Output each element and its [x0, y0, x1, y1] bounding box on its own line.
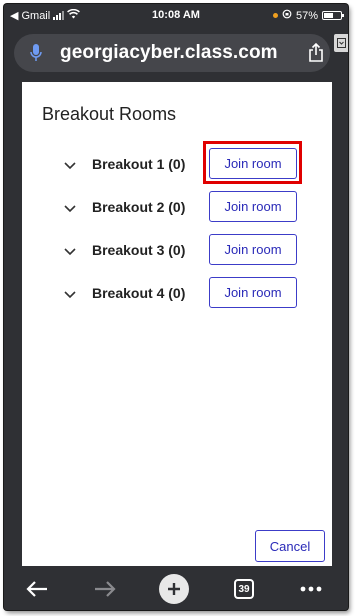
breakout-rooms-dialog: Breakout Rooms Breakout 1 (0) Join room …	[22, 82, 332, 566]
rotation-lock-icon	[282, 9, 292, 22]
join-room-button[interactable]: Join room	[209, 234, 297, 265]
forward-arrow-icon[interactable]	[90, 574, 120, 604]
share-icon[interactable]	[308, 42, 324, 68]
url-text[interactable]: georgiacyber.class.com	[60, 42, 278, 64]
room-name: Breakout 3 (0)	[92, 242, 186, 258]
tab-count[interactable]: 39	[234, 579, 254, 599]
phone-screen: ◀ Gmail 10:08 AM 57% georgiacyber.class.…	[4, 4, 348, 610]
chevron-down-icon[interactable]	[64, 200, 76, 218]
recording-indicator-icon	[272, 13, 278, 18]
room-name: Breakout 1 (0)	[92, 156, 186, 172]
status-bar: ◀ Gmail 10:08 AM 57%	[4, 4, 348, 26]
battery-percent: 57%	[295, 9, 318, 22]
dialog-title: Breakout Rooms	[42, 104, 177, 124]
reader-tab-icon[interactable]	[334, 34, 348, 52]
tab-switcher-button[interactable]: 39	[229, 574, 259, 604]
chevron-down-icon[interactable]	[64, 157, 76, 175]
join-room-button[interactable]: Join room	[209, 277, 297, 308]
join-room-button[interactable]: Join room	[209, 191, 297, 222]
status-right: 57%	[272, 9, 344, 22]
back-arrow-icon[interactable]	[22, 574, 52, 604]
battery-fill	[324, 13, 334, 18]
room-row: Breakout 4 (0) Join room	[22, 277, 332, 309]
browser-toolbar: 39	[4, 568, 348, 610]
microphone-icon[interactable]	[28, 42, 44, 64]
new-tab-button[interactable]	[159, 574, 189, 604]
room-name: Breakout 4 (0)	[92, 285, 186, 301]
battery-icon	[322, 11, 344, 20]
highlight-box	[203, 141, 302, 184]
address-bar[interactable]: georgiacyber.class.com	[14, 34, 330, 72]
chevron-down-icon[interactable]	[64, 243, 76, 261]
cancel-button[interactable]: Cancel	[255, 530, 325, 562]
more-options-icon[interactable]	[296, 574, 326, 604]
chevron-down-icon[interactable]	[64, 286, 76, 304]
room-row: Breakout 2 (0) Join room	[22, 191, 332, 223]
plus-icon[interactable]	[159, 574, 189, 604]
room-name: Breakout 2 (0)	[92, 199, 186, 215]
room-row: Breakout 3 (0) Join room	[22, 234, 332, 266]
